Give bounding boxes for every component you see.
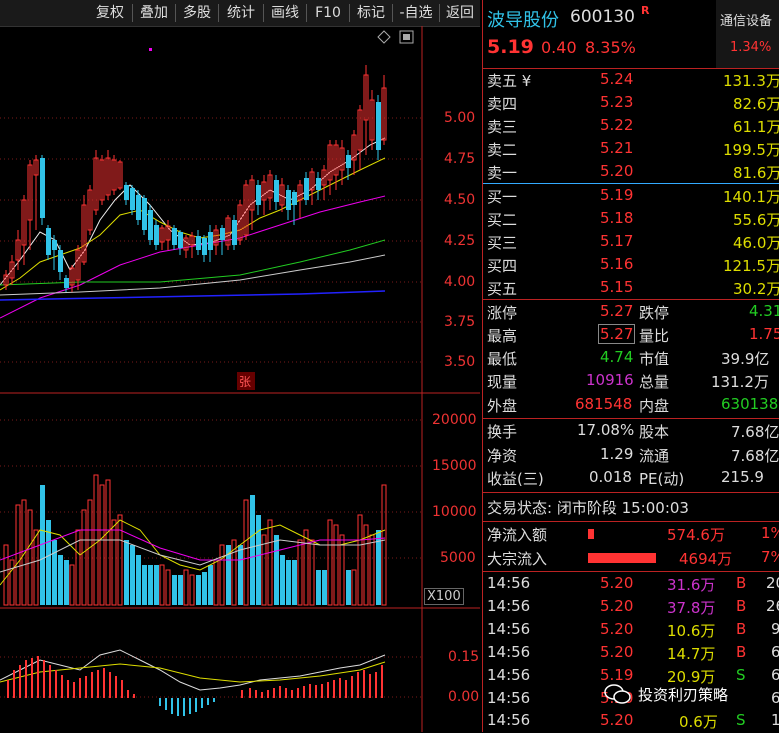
f10-button[interactable]: F10 (307, 0, 349, 26)
ask-bid-divider (483, 183, 779, 184)
diamond-icon (377, 30, 391, 44)
price-change-pct: 8.35% (585, 38, 636, 57)
flow-row[interactable]: 净流入额574.6万1% (483, 523, 779, 546)
bid-row[interactable]: 买四 5.16 121.5万 (483, 254, 779, 277)
tick-row: 14:565.2031.6万B20 (487, 574, 779, 594)
zhang-marker: 张 (239, 375, 252, 389)
stat-row: 现量 10916 总量 131.2万 (487, 371, 769, 391)
ask-row[interactable]: 卖三 5.22 61.1万 (483, 115, 779, 138)
trade-status: 交易状态: 闭市阶段 15:00:03 (487, 499, 689, 517)
sector-pct: 1.34% (730, 40, 772, 55)
macd-axis-label: 0.00 (448, 689, 480, 705)
bid-row[interactable]: 买五 5.15 30.2万 (483, 277, 779, 300)
bid-row[interactable]: 买一 5.19 140.1万 (483, 185, 779, 208)
price-axis-label: 5.00 (444, 110, 476, 126)
fuquan-button[interactable]: 复权 (88, 0, 132, 26)
volume-axis-label: 10000 (432, 504, 477, 520)
wechat-icon (604, 684, 631, 704)
price-axis-label: 3.75 (444, 314, 476, 330)
toolbar: 复权 叠加 多股 统计 画线 F10 标记 -自选 返回 (0, 0, 480, 27)
mark-button[interactable]: 标记 (350, 0, 392, 26)
macd-bars (7, 656, 383, 716)
tick-row: 14:56 5.20 0.6万 S 1 (487, 711, 779, 731)
multi-stock-button[interactable]: 多股 (176, 0, 218, 26)
kline-chart-area[interactable]: 5.00 4.75 4.50 4.25 4.00 3.75 3.50 张 200… (0, 26, 480, 732)
ma-yellow-line (0, 157, 386, 291)
bid-row[interactable]: 买二 5.18 55.6万 (483, 208, 779, 231)
current-price: 5.19 (487, 36, 534, 58)
flow-bar (588, 553, 656, 563)
stock-name[interactable]: 波导股份 (487, 6, 559, 32)
stat-row: 涨停 5.27 跌停 4.31 (487, 302, 779, 322)
margin-marker: R (641, 4, 650, 17)
stat-row: 最低 4.74 市值 39.9亿 (487, 348, 770, 368)
flow-row[interactable]: 大宗流入4694万7% (483, 547, 779, 570)
price-axis-label: 4.25 (444, 233, 476, 249)
ask-row[interactable]: 卖四 5.23 82.6万 (483, 92, 779, 115)
stat-row: 外盘 681548 内盘 630138 (487, 395, 779, 415)
stat-row: 换手 17.08% 股本 7.68亿 (487, 421, 779, 441)
sector-name: 通信设备 (720, 14, 773, 29)
flow-bar (588, 529, 594, 539)
statistics-button[interactable]: 统计 (219, 0, 263, 26)
price-change: 0.40 (541, 38, 577, 57)
divider (483, 571, 779, 572)
tick-row: 14:56 5.20 14.7万 B 6 (487, 643, 779, 663)
watermark-text: 投资利刃策略 (638, 686, 729, 704)
tick-row: 14:56 5.20 10.6万 B 9 (487, 620, 779, 640)
candlesticks (3, 65, 387, 292)
ask-row[interactable]: 卖一 5.20 81.6万 (483, 161, 779, 184)
price-axis-label: 3.50 (444, 354, 476, 370)
tick-row: 14:565.2037.8万B26 (487, 597, 779, 617)
divider (483, 521, 779, 522)
ma-gray-line (0, 254, 386, 296)
ask-row[interactable]: 卖五 ¥5.24 131.3万 (483, 69, 779, 92)
divider (483, 299, 779, 300)
volume-axis-label: 15000 (432, 458, 477, 474)
back-button[interactable]: 返回 (440, 0, 480, 26)
ma-white-line (0, 137, 386, 286)
stat-row: 净资 1.29 流通 7.68亿 (487, 445, 779, 465)
divider (483, 492, 779, 493)
stat-row: 收益(三) 0.018 PE(动) 215.9 (487, 468, 764, 488)
bid-row[interactable]: 买三 5.17 46.0万 (483, 231, 779, 254)
quote-panel: 波导股份 600130 R 5.19 0.40 8.35% 通信设备 1.34%… (482, 0, 779, 732)
vol-ma-white (0, 539, 386, 573)
divider (483, 418, 779, 419)
volume-unit-label: X100 (424, 588, 464, 605)
volume-axis-label: 20000 (432, 412, 477, 428)
remove-watchlist-button[interactable]: -自选 (393, 0, 439, 26)
ask-row[interactable]: 卖二 5.21 199.5万 (483, 138, 779, 161)
price-axis-label: 4.75 (444, 151, 476, 167)
overlay-button[interactable]: 叠加 (133, 0, 175, 26)
sector-box[interactable]: 通信设备 1.34% (716, 0, 779, 68)
volume-axis-label: 5000 (440, 550, 476, 566)
macd-axis-label: 0.15 (448, 649, 480, 665)
price-axis-label: 4.50 (444, 192, 476, 208)
stat-row: 最高 5.27 量比 1.75 (487, 324, 779, 345)
price-axis-label: 4.00 (444, 274, 476, 290)
draw-line-button[interactable]: 画线 (264, 0, 306, 26)
macd-yellow-line (0, 661, 386, 683)
stock-code: 600130 (570, 7, 635, 27)
